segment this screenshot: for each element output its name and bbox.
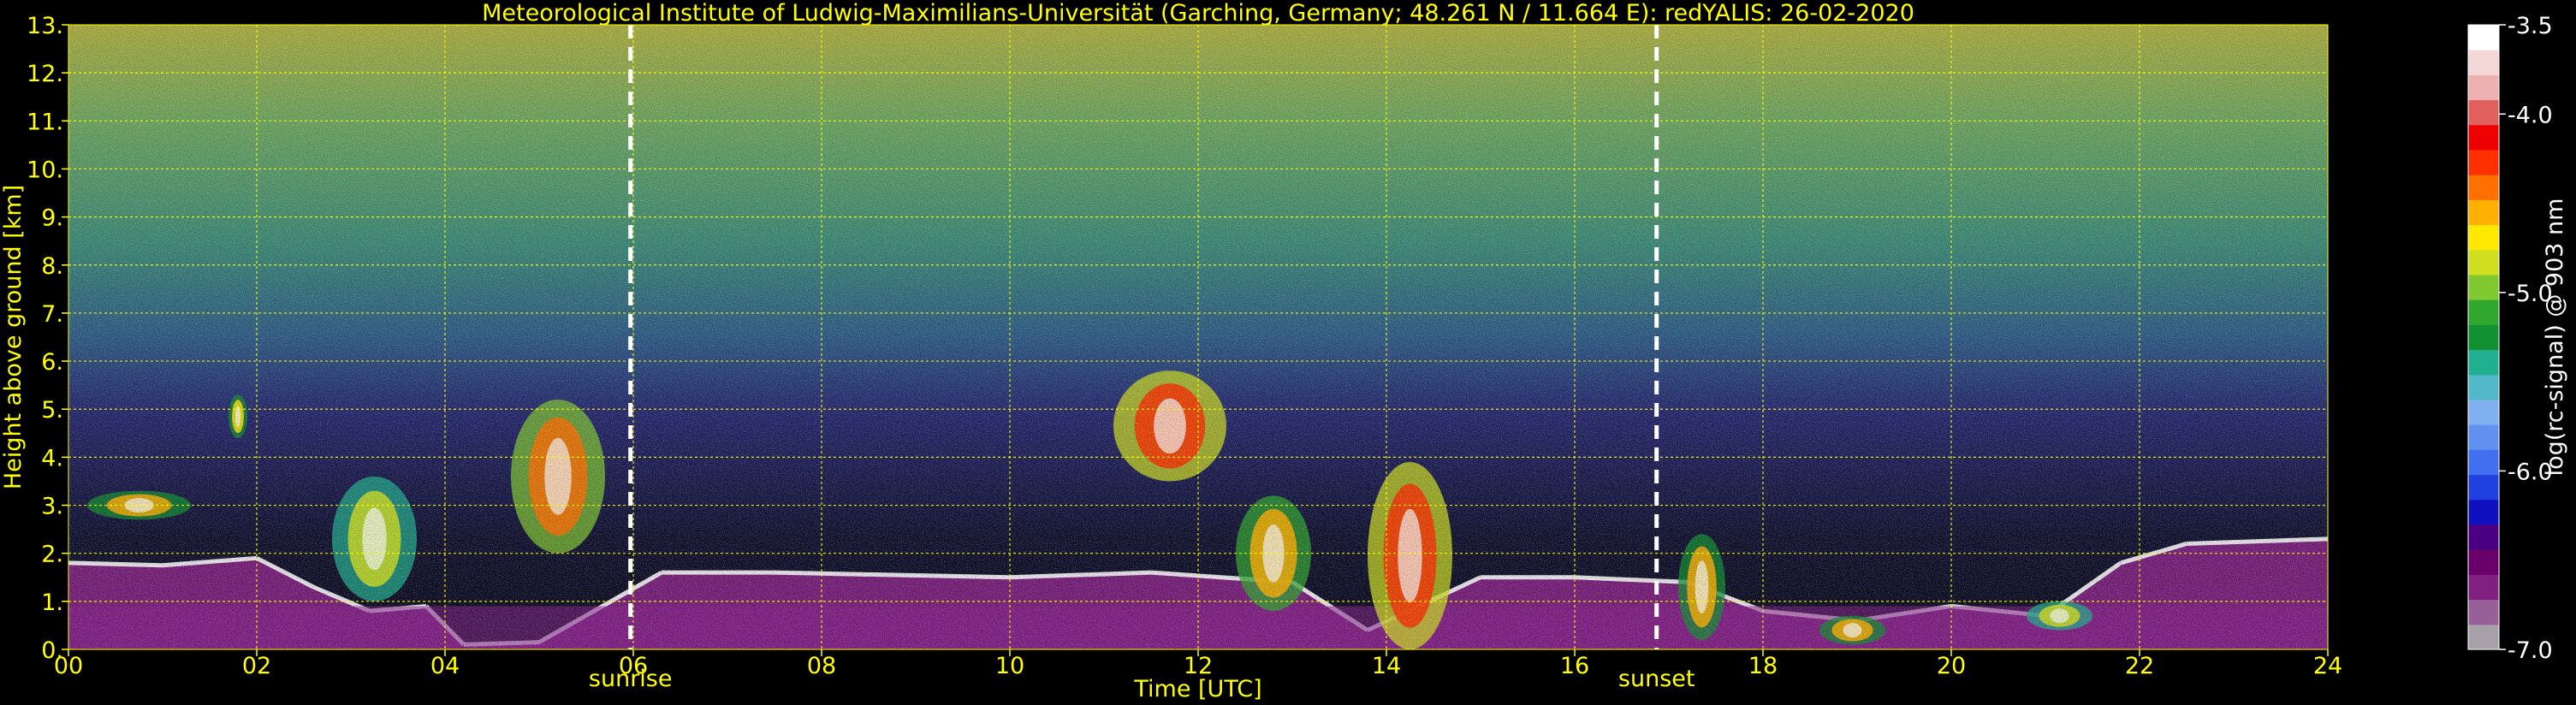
- colorbar-label: log(rc-signal) @ 903 nm: [2542, 198, 2568, 477]
- colorbar-band: [2468, 275, 2499, 300]
- colorbar-band: [2468, 624, 2499, 650]
- colorbar-band: [2468, 50, 2499, 75]
- x-tick-label: 18: [1748, 653, 1778, 679]
- x-tick-label: 22: [2125, 653, 2154, 679]
- colorbar-band: [2468, 124, 2499, 151]
- colorbar-band: [2468, 599, 2499, 625]
- colorbar-band: [2468, 175, 2499, 200]
- x-tick-label: 24: [2313, 653, 2342, 679]
- colorbar-band: [2468, 99, 2499, 126]
- y-tick-label: 13.: [27, 13, 63, 39]
- x-axis-ticks: 00 02 04 06 08 10 12 14 16 18 20 22 24: [54, 649, 2342, 679]
- sunset-label: sunset: [1618, 666, 1695, 692]
- x-tick-label: 02: [242, 653, 271, 679]
- colorbar-band: [2468, 424, 2499, 450]
- x-tick-label: 06: [619, 653, 648, 679]
- colorbar-tick-label: -3.5: [2508, 13, 2553, 39]
- x-axis-label: Time [UTC]: [1133, 676, 1261, 702]
- y-tick-label: 1.: [41, 589, 63, 616]
- x-tick-label: 10: [995, 653, 1024, 679]
- y-axis-label: Height above ground [km]: [0, 185, 27, 489]
- x-tick-label: 20: [1937, 653, 1966, 679]
- y-tick-label: 2.: [41, 542, 63, 568]
- colorbar-band: [2468, 374, 2499, 400]
- colorbar-band: [2468, 150, 2499, 175]
- y-tick-label: 6.: [41, 349, 63, 376]
- colorbar-band: [2468, 499, 2499, 525]
- x-tick-label: 04: [430, 653, 460, 679]
- chart-title: Meteorological Institute of Ludwig-Maxim…: [482, 0, 1914, 27]
- colorbar-band: [2468, 549, 2499, 575]
- colorbar-band: [2468, 574, 2499, 601]
- colorbar-band: [2468, 400, 2499, 425]
- colorbar-tick-label: -4.0: [2508, 102, 2553, 128]
- colorbar: -3.5-4.0-5.0-6.0-7.0 log(rc-signal) @ 90…: [2467, 13, 2568, 664]
- y-tick-label: 3.: [41, 494, 63, 520]
- y-tick-label: 10.: [27, 157, 63, 183]
- x-tick-label: 08: [807, 653, 836, 679]
- colorbar-band: [2468, 224, 2499, 251]
- y-tick-label: 12.: [27, 61, 63, 87]
- colorbar-band: [2468, 524, 2499, 550]
- colorbar-band: [2468, 299, 2499, 325]
- colorbar-band: [2468, 74, 2499, 101]
- colorbar-bands: [2467, 24, 2500, 650]
- colorbar-band: [2468, 449, 2499, 476]
- y-tick-label: 5.: [41, 397, 63, 424]
- y-tick-label: 4.: [41, 445, 63, 471]
- colorbar-band: [2468, 349, 2499, 376]
- colorbar-band: [2468, 474, 2499, 501]
- y-axis-ticks: 0. 1. 2. 3. 4. 5. 6. 7. 8. 9. 10. 11. 12. 13.: [27, 13, 68, 664]
- colorbar-band: [2468, 25, 2499, 50]
- colorbar-band: [2468, 249, 2499, 275]
- x-tick-label: 14: [1372, 653, 1401, 679]
- x-tick-label: 16: [1560, 653, 1589, 679]
- colorbar-band: [2468, 199, 2499, 226]
- colorbar-tick-label: -7.0: [2508, 637, 2553, 664]
- y-tick-label: 8.: [41, 253, 63, 280]
- y-tick-label: 9.: [41, 205, 63, 232]
- lidar-quicklook-figure: sunrise sunset 00 02 04 06 08 10 12 14 16 18 20 22 24…: [0, 0, 2568, 702]
- colorbar-band: [2468, 324, 2499, 351]
- y-tick-label: 7.: [41, 301, 63, 328]
- y-tick-label: 11.: [27, 109, 63, 135]
- y-tick-label: 0.: [41, 637, 63, 664]
